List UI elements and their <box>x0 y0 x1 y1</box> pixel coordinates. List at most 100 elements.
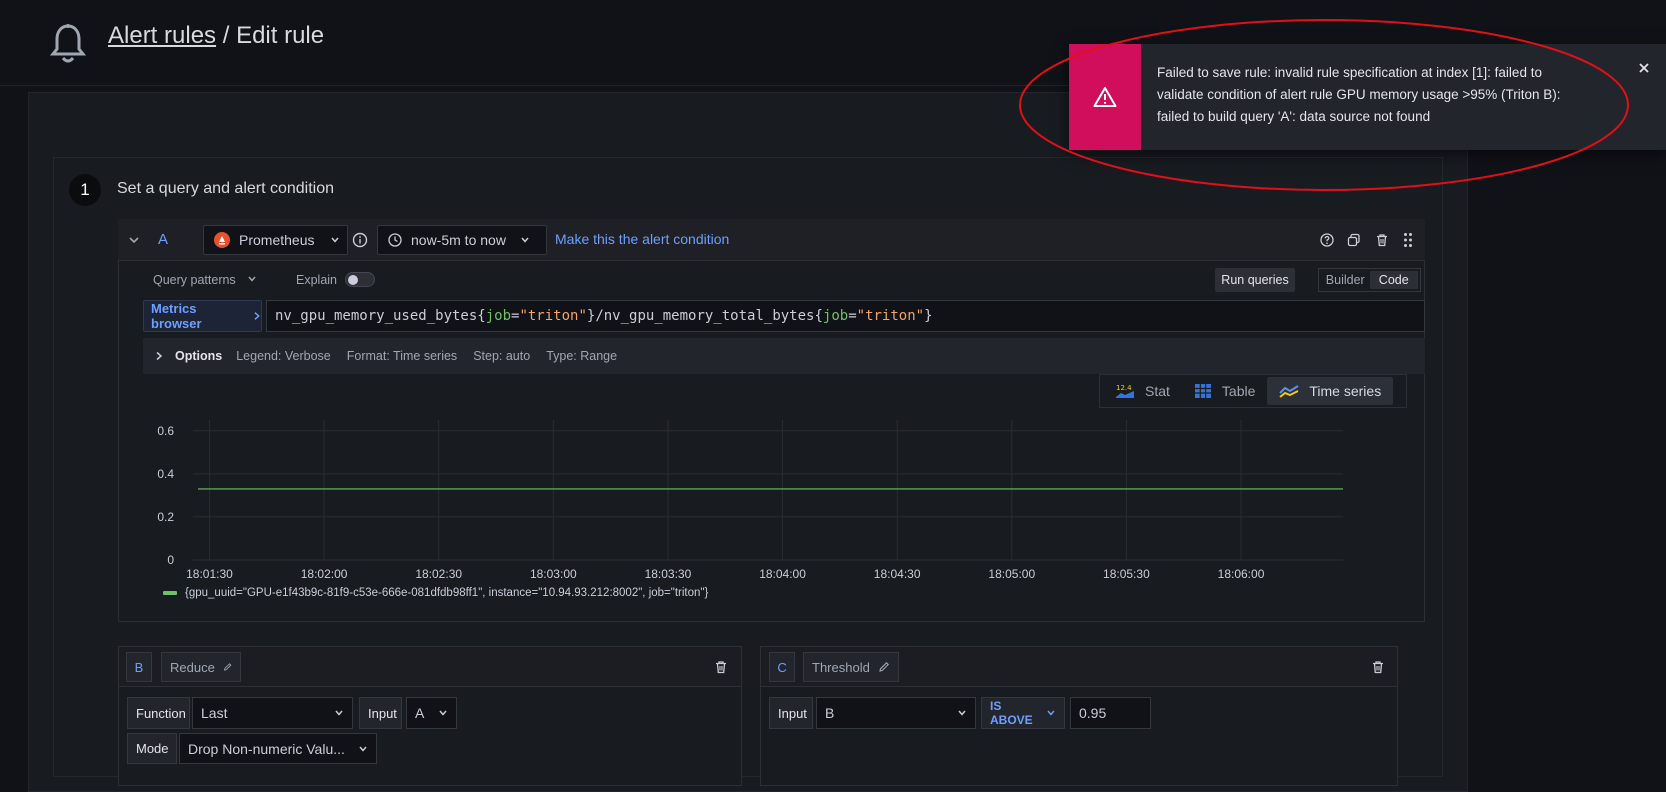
expression-c-name[interactable]: Threshold <box>803 652 899 682</box>
threshold-input[interactable]: 0.95 <box>1070 697 1151 729</box>
x-tick-label: 18:05:00 <box>988 567 1035 581</box>
options-label: Options <box>175 349 223 363</box>
input-select[interactable]: B <box>816 697 976 729</box>
expression-c-letter: C <box>769 652 795 682</box>
step-title: Set a query and alert condition <box>117 180 335 197</box>
legend-swatch <box>163 591 177 595</box>
x-tick-label: 18:04:30 <box>874 567 921 581</box>
y-tick-label: 0.4 <box>157 467 174 481</box>
chevron-down-icon <box>248 276 256 282</box>
vis-option-label: Table <box>1221 383 1256 399</box>
mode-select[interactable]: Drop Non-numeric Valu... <box>179 733 377 764</box>
expression-token: = <box>511 308 520 324</box>
builder-mode-button[interactable]: Builder <box>1321 273 1370 287</box>
make-alert-condition-link[interactable]: Make this the alert condition <box>555 231 729 247</box>
x-tick-label: 18:02:00 <box>301 567 348 581</box>
trash-icon[interactable] <box>714 660 728 674</box>
query-patterns-label: Query patterns <box>153 273 236 287</box>
expression-c-name-label: Threshold <box>812 659 870 675</box>
timeseries-chart: 0 0.2 0.4 0.6 18:01:30 18:02:00 18:02:30 18:03:… <box>157 420 1343 581</box>
trash-icon[interactable] <box>1371 660 1385 674</box>
breadcrumb: Alert rules / Edit rule <box>108 22 324 50</box>
chart-legend[interactable]: {gpu_uuid="GPU-e1f43b9c-81f9-c53e-666e-0… <box>163 587 708 599</box>
operator-value: IS ABOVE <box>990 699 1033 727</box>
edit-icon <box>223 663 232 671</box>
input-label: Input <box>359 697 402 729</box>
time-range-picker[interactable]: now-5m to now <box>377 225 547 255</box>
chevron-down-icon[interactable] <box>128 234 140 246</box>
chevron-down-icon <box>1047 710 1055 716</box>
table-icon <box>1194 384 1211 398</box>
annotation-ellipse <box>1019 19 1629 191</box>
info-icon[interactable] <box>352 232 368 248</box>
stat-icon: 12.4 <box>1116 384 1134 398</box>
bell-icon <box>49 24 87 63</box>
expression-token: "triton" <box>519 308 587 324</box>
trash-icon[interactable] <box>1375 233 1389 247</box>
code-mode-button[interactable]: Code <box>1369 271 1418 289</box>
expression-token: nv_gpu_memory_used_bytes{ <box>275 308 486 324</box>
explain-toggle[interactable] <box>345 272 375 287</box>
operator-select[interactable]: IS ABOVE <box>981 697 1065 729</box>
options-legend: Legend: Verbose <box>236 349 331 363</box>
input-select[interactable]: A <box>406 697 457 729</box>
mode-value: Drop Non-numeric Valu... <box>188 740 345 757</box>
help-icon[interactable] <box>1320 233 1334 247</box>
x-tick-label: 18:01:30 <box>186 567 233 581</box>
vis-option-label: Time series <box>1309 383 1382 399</box>
chevron-right-icon <box>156 351 163 361</box>
x-tick-label: 18:05:30 <box>1103 567 1150 581</box>
vis-option-stat[interactable]: 12.4 Stat <box>1103 377 1182 405</box>
query-expression-input[interactable]: nv_gpu_memory_used_bytes{job = "triton"}/n… <box>266 300 1425 332</box>
expression-token: }/nv_gpu_memory_total_bytes{ <box>586 308 823 324</box>
expression-token: = <box>848 308 857 324</box>
chevron-down-icon <box>335 710 343 716</box>
prometheus-icon <box>214 232 230 248</box>
metrics-browser-button[interactable]: Metrics browser <box>143 300 262 332</box>
mode-label: Mode <box>127 733 177 764</box>
vis-option-table[interactable]: Table <box>1182 377 1267 405</box>
breadcrumb-separator: / <box>222 22 230 49</box>
query-letter: A <box>158 231 169 248</box>
toggle-knob <box>348 274 358 285</box>
options-step: Step: auto <box>473 349 531 363</box>
function-label: Function <box>127 697 190 729</box>
chevron-right-icon <box>254 312 261 320</box>
chevron-down-icon <box>359 746 367 752</box>
duplicate-icon[interactable] <box>1347 233 1361 247</box>
run-queries-button[interactable]: Run queries <box>1215 268 1295 292</box>
vis-option-label: Stat <box>1145 383 1170 399</box>
expression-token: } <box>924 308 933 324</box>
explain-label: Explain <box>296 273 337 287</box>
function-value: Last <box>201 705 228 721</box>
query-options-row[interactable]: Options Legend: Verbose Format: Time ser… <box>143 338 1425 374</box>
chevron-down-icon <box>439 710 447 716</box>
y-tick-label: 0.6 <box>157 424 174 438</box>
chevron-down-icon <box>958 710 966 716</box>
x-tick-label: 18:06:00 <box>1218 567 1265 581</box>
drag-handle-icon[interactable] <box>1403 232 1413 248</box>
expression-token: "triton" <box>856 308 925 324</box>
breadcrumb-alert-rules-link[interactable]: Alert rules <box>108 22 216 49</box>
x-tick-label: 18:03:30 <box>645 567 692 581</box>
metrics-browser-label: Metrics browser <box>151 301 202 331</box>
vis-option-timeseries[interactable]: Time series <box>1267 377 1394 405</box>
expression-b-name[interactable]: Reduce <box>161 652 241 682</box>
datasource-picker[interactable]: Prometheus <box>203 225 348 255</box>
query-patterns-dropdown[interactable]: Query patterns <box>153 273 257 287</box>
x-tick-label: 18:02:30 <box>415 567 462 581</box>
expression-token: job <box>485 308 512 324</box>
function-select[interactable]: Last <box>192 697 353 729</box>
expression-b-letter: B <box>126 652 152 682</box>
input-value: B <box>825 705 835 721</box>
clock-icon <box>388 233 402 247</box>
x-tick-label: 18:04:00 <box>759 567 806 581</box>
input-value: A <box>415 705 425 721</box>
legend-series-label: {gpu_uuid="GPU-e1f43b9c-81f9-c53e-666e-0… <box>185 587 709 599</box>
chevron-down-icon <box>331 237 340 243</box>
edit-icon <box>879 662 889 672</box>
chevron-down-icon <box>521 237 529 243</box>
y-tick-label: 0 <box>167 553 174 567</box>
expression-b-name-label: Reduce <box>170 659 215 675</box>
timeseries-icon <box>1279 385 1299 398</box>
